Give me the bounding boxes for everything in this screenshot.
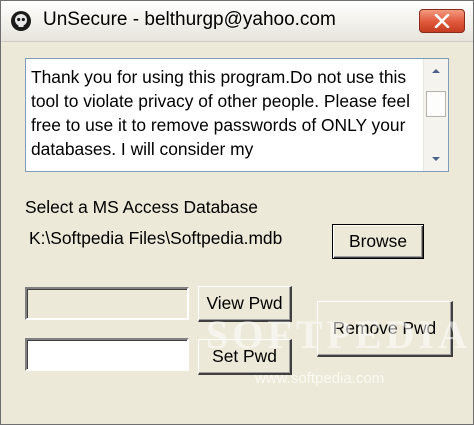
database-label: Select a MS Access Database xyxy=(25,197,258,217)
set-password-field[interactable] xyxy=(25,338,189,371)
browse-button[interactable]: Browse xyxy=(332,224,424,259)
message-textarea[interactable]: Thank you for using this program.Do not … xyxy=(25,58,449,172)
watermark: SOFTPEDIA xyxy=(206,312,471,357)
scrollbar-thumb[interactable] xyxy=(426,91,446,117)
vertical-scrollbar[interactable] xyxy=(423,59,448,171)
arrow-down-icon[interactable] xyxy=(427,151,445,167)
database-path-field: K:\Softpedia Files\Softpedia.mdb xyxy=(25,223,325,256)
main-window: UnSecure - belthurgp@yahoo.com Thank you… xyxy=(0,0,474,425)
message-text: Thank you for using this program.Do not … xyxy=(31,67,410,159)
close-icon xyxy=(434,14,450,28)
arrow-up-icon[interactable] xyxy=(427,63,445,79)
watermark-url: www.softpedia.com xyxy=(255,370,385,387)
title-bar[interactable]: UnSecure - belthurgp@yahoo.com xyxy=(1,1,473,42)
skull-icon xyxy=(11,11,31,31)
window-title: UnSecure - belthurgp@yahoo.com xyxy=(43,9,336,30)
view-password-field[interactable] xyxy=(25,287,189,320)
close-button[interactable] xyxy=(419,9,465,33)
